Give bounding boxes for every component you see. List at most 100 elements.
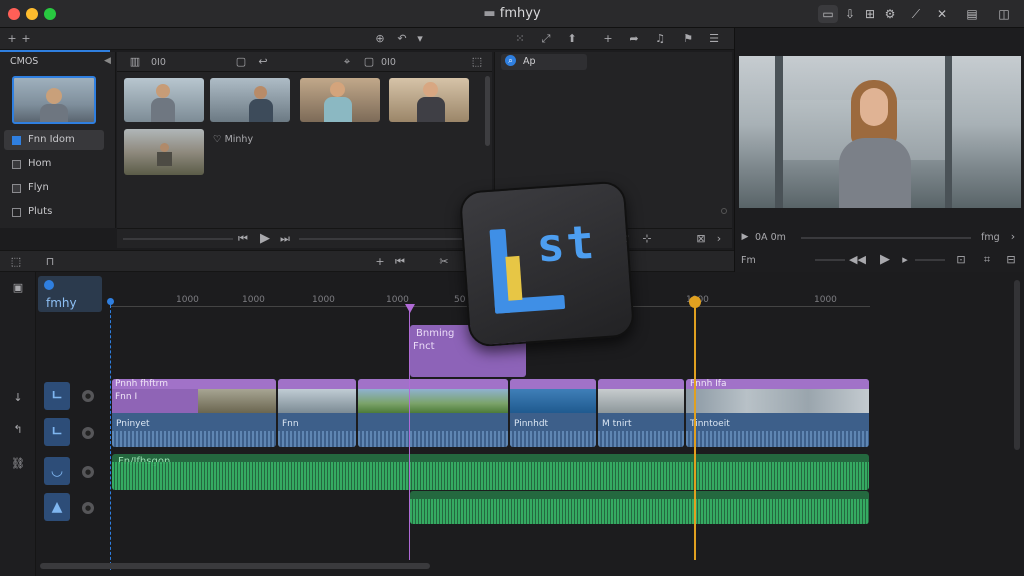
- app-logo-overlay: st: [458, 180, 636, 348]
- audio-meter-icon[interactable]: ⊡: [953, 252, 969, 268]
- browser-mid-value: 0I0: [381, 57, 396, 68]
- chevron-down-icon[interactable]: ▾: [412, 31, 428, 47]
- browser-toolbar: + + ⊕ ↶ ▾ ⁙ ⤢ ⬆ + ➦ ♫ ⚑ ☰: [0, 28, 734, 50]
- video-clip-3[interactable]: [358, 379, 508, 447]
- clipboard-icon[interactable]: ▣: [10, 280, 26, 296]
- effect-clip-subtitle: Fnct: [413, 341, 435, 352]
- video-clip-1[interactable]: Pnnh fhftrm Fnn I Pninyet: [112, 379, 276, 447]
- undo-icon[interactable]: ↶: [394, 31, 410, 47]
- library-icon[interactable]: ▭: [818, 5, 838, 23]
- expand-icon[interactable]: ⤢: [538, 31, 554, 47]
- start-marker[interactable]: [107, 298, 114, 305]
- select-tool-icon[interactable]: ⬚: [8, 254, 24, 270]
- sidebar-item-label: Flyn: [28, 182, 49, 193]
- append-icon[interactable]: +: [372, 254, 388, 270]
- wand-icon[interactable]: ⟋: [906, 5, 926, 23]
- crop-viewer-icon[interactable]: ⌗: [979, 252, 995, 268]
- sidebar-item-1[interactable]: Hom: [4, 154, 104, 174]
- video-clip-6[interactable]: Fnnh Ifa Tinntoeit: [686, 379, 869, 447]
- timeline-vertical-scrollbar[interactable]: [1014, 280, 1020, 450]
- crop-icon[interactable]: ⌖: [339, 54, 355, 70]
- forward-icon[interactable]: ➦: [626, 31, 642, 47]
- playhead[interactable]: [689, 296, 701, 308]
- video-clip-4[interactable]: Pinnhdt: [510, 379, 596, 447]
- clip-icon[interactable]: ▢: [233, 54, 249, 70]
- back-icon[interactable]: ↩: [255, 54, 271, 70]
- person-icon: [156, 84, 170, 98]
- timeline-horizontal-scrollbar[interactable]: [40, 563, 430, 569]
- audio-track-toggle[interactable]: ●: [82, 466, 94, 478]
- project-icon: [44, 280, 54, 290]
- viewer-video[interactable]: [739, 56, 1021, 208]
- music-track-button[interactable]: ▲: [44, 493, 70, 521]
- gear-icon[interactable]: ⚙: [880, 5, 900, 23]
- insert-icon[interactable]: ⏮: [392, 254, 408, 270]
- flag-icon[interactable]: ⚑: [680, 31, 696, 47]
- person-face: [860, 88, 888, 126]
- link-icon[interactable]: ⛓: [10, 456, 26, 472]
- sidebar-item-0[interactable]: Fnn Idom: [4, 130, 104, 150]
- audio-track-button[interactable]: ◡: [44, 457, 70, 485]
- sidebar-item-label: Hom: [28, 158, 52, 169]
- media-thumb-1[interactable]: [124, 78, 204, 122]
- inspector-icon[interactable]: ◫: [994, 5, 1014, 23]
- viewer-scrubber[interactable]: [801, 237, 971, 239]
- music-clip[interactable]: [410, 491, 869, 524]
- search-field[interactable]: ⌕ Ap: [501, 54, 587, 70]
- project-tab[interactable]: fmhy: [38, 276, 102, 312]
- adjust-icon[interactable]: ⊞: [860, 5, 880, 23]
- frame-icon-2[interactable]: ⬚: [469, 54, 485, 70]
- list-icon[interactable]: ☰: [706, 31, 722, 47]
- skip-back-icon[interactable]: ⏮: [235, 231, 251, 247]
- media-thumb-2[interactable]: [210, 78, 290, 122]
- add-icon-2[interactable]: +: [18, 31, 34, 47]
- video-clip-2[interactable]: Fnn: [278, 379, 356, 447]
- library-thumbnail[interactable]: [12, 76, 96, 124]
- target-icon[interactable]: ⊕: [372, 31, 388, 47]
- person-icon: [423, 82, 438, 97]
- upload-icon[interactable]: ⬆: [564, 31, 580, 47]
- step-forward-icon[interactable]: ▸: [897, 252, 913, 268]
- play-small-icon[interactable]: ▶: [737, 229, 753, 245]
- tools-icon[interactable]: ✕: [932, 5, 952, 23]
- chevron-right-icon[interactable]: ›: [1005, 229, 1021, 245]
- media-thumb-5[interactable]: [124, 129, 204, 175]
- filmstrip-icon[interactable]: ▥: [127, 54, 143, 70]
- play-icon[interactable]: ▶: [257, 231, 273, 247]
- audio-clip[interactable]: Fn/Ifhsgon: [112, 454, 869, 490]
- plus-cross-icon[interactable]: +: [600, 31, 616, 47]
- video-track-toggle[interactable]: ●: [82, 390, 94, 402]
- music-track-toggle[interactable]: ●: [82, 502, 94, 514]
- viewer-controls: ▶ 0A 0m fmg ›: [735, 228, 1024, 246]
- waveform-icon[interactable]: ♫: [652, 31, 668, 47]
- media-thumb-4[interactable]: [389, 78, 469, 122]
- fullscreen-icon[interactable]: ⊟: [1003, 252, 1019, 268]
- sidebar-item-3[interactable]: Pluts: [4, 202, 104, 222]
- frame-icon[interactable]: ▢: [361, 54, 377, 70]
- viewer-zoom[interactable]: fmg: [981, 232, 1000, 243]
- skip-forward-icon[interactable]: ⏭: [277, 231, 293, 247]
- arrow-down-icon[interactable]: ↓: [10, 390, 26, 406]
- media-thumb-3[interactable]: [300, 78, 380, 122]
- blade-icon[interactable]: ✂: [436, 254, 452, 270]
- effects-scrollbar[interactable]: [721, 208, 727, 214]
- image-icon[interactable]: ⊠: [693, 231, 709, 247]
- rewind-icon[interactable]: ◀◀: [849, 252, 866, 268]
- index-icon[interactable]: ⊓: [42, 254, 58, 270]
- viewer-play-icon[interactable]: ▶: [877, 252, 893, 268]
- video-track-button[interactable]: ㄴ: [44, 382, 70, 410]
- browser-scrollbar[interactable]: [485, 76, 490, 146]
- video-clip-5[interactable]: M tnirt: [598, 379, 684, 447]
- sidebar-menu-icon[interactable]: ◀: [104, 56, 111, 66]
- snap-icon[interactable]: ⊹: [639, 231, 655, 247]
- sidebar-item-2[interactable]: Flyn: [4, 178, 104, 198]
- effect-marker[interactable]: [405, 304, 415, 313]
- trim-icon[interactable]: ↰: [10, 422, 26, 438]
- video-track-2-button[interactable]: ㄴ: [44, 418, 70, 446]
- grid-icon[interactable]: ⁙: [512, 31, 528, 47]
- chevron-right-icon[interactable]: ›: [711, 231, 727, 247]
- video-track-2-toggle[interactable]: ●: [82, 427, 94, 439]
- layout-icon[interactable]: ▤: [962, 5, 982, 23]
- browser-scrubber[interactable]: [123, 238, 233, 240]
- share-icon[interactable]: ⇩: [840, 5, 860, 23]
